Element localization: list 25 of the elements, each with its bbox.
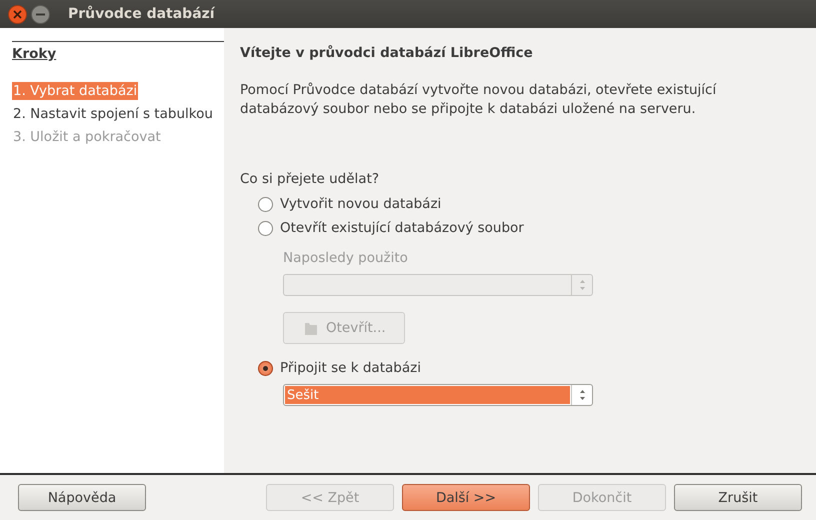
combo-box[interactable]: Sešit: [283, 384, 593, 406]
minimize-icon: [36, 12, 45, 16]
radio-label[interactable]: Připojit se k databázi: [280, 360, 421, 376]
radio-button[interactable]: [258, 220, 273, 236]
close-icon: [13, 10, 22, 18]
steps-title: Kroky: [12, 46, 56, 62]
radio-label[interactable]: Vytvořit novou databázi: [280, 196, 442, 212]
page-heading: Vítejte v průvodci databází LibreOffice: [240, 45, 534, 61]
dialog-button[interactable]: Zrušit: [674, 484, 802, 511]
spinner-arrows-icon: [578, 389, 586, 401]
step-item[interactable]: 2. Nastavit spojení s tabulkou: [12, 105, 214, 123]
spinner-arrows-icon: [578, 279, 586, 291]
close-button[interactable]: [8, 4, 27, 24]
field-label: Naposledy použito: [283, 250, 408, 266]
radio-button[interactable]: [258, 360, 273, 376]
radio-label[interactable]: Otevřít existující databázový soubor: [280, 220, 524, 236]
radio-button[interactable]: [258, 196, 273, 212]
minimize-button[interactable]: [31, 4, 50, 24]
question-label: Co si přejete udělat?: [240, 171, 380, 187]
window-title: Průvodce databází: [68, 6, 215, 22]
dialog-button[interactable]: Nápověda: [18, 484, 146, 511]
dialog-button[interactable]: Další >>: [402, 484, 530, 511]
folder-icon: [304, 320, 318, 336]
intro-text: Pomocí Průvodce databází vytvořte novou databázi, otevřete existující databázový soubor nebo se připojte k databázi uložené na serveru.: [240, 81, 718, 119]
step-item[interactable]: 1. Vybrat databázi: [12, 82, 138, 100]
